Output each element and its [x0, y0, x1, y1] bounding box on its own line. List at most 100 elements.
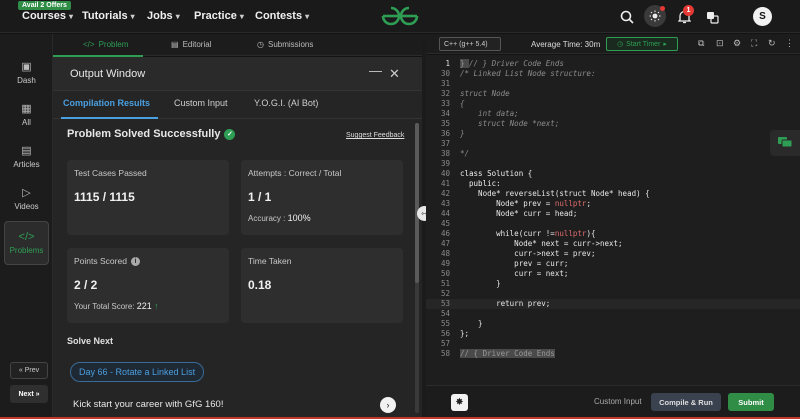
code-line[interactable]: 31 — [426, 79, 800, 89]
code-line[interactable]: 45 — [426, 219, 800, 229]
code-line[interactable]: 46 while(curr !=nullptr){ — [426, 229, 800, 239]
time-card: Time Taken 0.18 — [241, 248, 403, 323]
translate-icon[interactable] — [703, 8, 721, 26]
offer-badge[interactable]: Avail 2 Offers — [18, 1, 71, 10]
code-text: class Solution { — [460, 169, 532, 179]
code-token: prev = curr; — [460, 259, 569, 268]
code-line[interactable]: 1} // } Driver Code Ends — [426, 59, 800, 69]
line-number: 47 — [440, 239, 450, 248]
sidebar-item-all[interactable]: ▦ All — [4, 92, 49, 136]
nav-courses[interactable]: Courses ▾ — [22, 10, 73, 22]
minimize-icon[interactable]: — — [369, 63, 382, 78]
test-cases-card: Test Cases Passed 1115 / 1115 — [67, 160, 229, 235]
tab-editorial[interactable]: ▤ Editorial — [171, 40, 211, 49]
code-line[interactable]: 43 Node* prev = nullptr; — [426, 199, 800, 209]
avatar[interactable]: S — [753, 7, 772, 26]
code-line[interactable]: 42 Node* reverseList(struct Node* head) … — [426, 189, 800, 199]
code-line[interactable]: 54 — [426, 309, 800, 319]
copy-icon[interactable]: ⧉ — [698, 38, 704, 49]
tab-yogi-ai-bot[interactable]: Y.O.G.I. (AI Bot) — [254, 98, 318, 108]
fullscreen-icon[interactable]: ⛶ — [751, 38, 757, 49]
code-line[interactable]: 52 — [426, 289, 800, 299]
gfg-logo-icon[interactable] — [380, 5, 420, 27]
code-line[interactable]: 40 class Solution { — [426, 169, 800, 179]
code-line[interactable]: 38 */ — [426, 149, 800, 159]
search-icon[interactable] — [618, 8, 636, 26]
sidebar-item-articles[interactable]: ▤ Articles — [4, 134, 49, 178]
code-line[interactable]: 32 struct Node — [426, 89, 800, 99]
line-number: 46 — [440, 229, 450, 238]
sidebar-item-dash[interactable]: ▣ Dash — [4, 50, 49, 94]
prev-button[interactable]: « Prev — [10, 362, 48, 379]
submit-button[interactable]: Submit — [728, 393, 774, 411]
line-number: 38 — [440, 149, 450, 158]
nav-jobs[interactable]: Jobs ▾ — [147, 10, 180, 22]
lightbulb-icon[interactable]: ✸ — [451, 394, 468, 411]
reset-icon[interactable]: ↻ — [768, 38, 776, 49]
code-line[interactable]: 58 // { Driver Code Ends — [426, 349, 800, 359]
custom-input-toggle[interactable]: Custom Input — [594, 397, 642, 406]
code-line[interactable]: 41 public: — [426, 179, 800, 189]
code-text: return prev; — [460, 299, 550, 309]
code-line[interactable]: 33 { — [426, 99, 800, 109]
code-line[interactable]: 48 curr->next = prev; — [426, 249, 800, 259]
chevron-down-icon: ▾ — [69, 11, 74, 21]
output-scrollbar-thumb[interactable] — [415, 123, 419, 283]
close-icon[interactable]: ✕ — [389, 66, 400, 82]
code-token: struct Node — [460, 89, 510, 98]
code-line[interactable]: 35 struct Node *next; — [426, 119, 800, 129]
code-line[interactable]: 56}; — [426, 329, 800, 339]
next-button[interactable]: Next » — [10, 385, 48, 403]
info-icon[interactable]: i — [130, 256, 140, 266]
code-line[interactable]: 50 curr = next; — [426, 269, 800, 279]
chevron-right-icon[interactable]: › — [380, 397, 396, 413]
code-line[interactable]: 53 return prev; — [426, 299, 800, 309]
code-line[interactable]: 57 — [426, 339, 800, 349]
code-line[interactable]: 36} — [426, 129, 800, 139]
code-line[interactable]: 44 Node* curr = head; — [426, 209, 800, 219]
gear-icon[interactable]: ⚙ — [733, 38, 741, 49]
line-number: 43 — [440, 199, 450, 208]
code-line[interactable]: 49 prev = curr; — [426, 259, 800, 269]
nav-practice[interactable]: Practice ▾ — [194, 10, 244, 22]
code-editor[interactable]: 1} // } Driver Code Ends 30/* Linked List… — [426, 55, 800, 385]
code-line[interactable]: 30 /* Linked List Node structure: — [426, 69, 800, 79]
start-timer-button[interactable]: ◷ Start Timer ▸ — [606, 37, 678, 51]
suggest-feedback-link[interactable]: Suggest Feedback — [346, 132, 404, 139]
next-problem-link[interactable]: Day 66 - Rotate a Linked List — [70, 362, 205, 382]
tab-custom-input[interactable]: Custom Input — [174, 98, 228, 108]
result-tab-indicator — [61, 117, 158, 119]
more-icon[interactable]: ⋮ — [785, 38, 794, 49]
total-score: Your Total Score: 221 ↑ — [74, 301, 159, 311]
chat-icon[interactable] — [770, 130, 800, 156]
line-number: 50 — [440, 269, 450, 278]
code-line[interactable]: 34 int data; — [426, 109, 800, 119]
line-number: 48 — [440, 249, 450, 258]
tab-problem[interactable]: </> Problem — [83, 40, 128, 49]
code-format-icon[interactable]: ⊡ — [716, 38, 724, 49]
code-line[interactable]: 55 } — [426, 319, 800, 329]
nav-tutorials[interactable]: Tutorials ▾ — [82, 10, 135, 22]
sidebar-item-problems[interactable]: </> Problems — [4, 221, 49, 265]
tab-submissions[interactable]: ◷ Submissions — [257, 40, 313, 49]
line-number: 57 — [440, 339, 450, 348]
theme-toggle-button[interactable] — [644, 5, 666, 27]
tab-compilation-results[interactable]: Compilation Results — [63, 98, 150, 108]
language-select[interactable]: C++ (g++ 5.4) — [439, 37, 501, 51]
dashboard-icon: ▣ — [21, 60, 32, 73]
code-text: int data; — [460, 109, 519, 119]
code-line[interactable]: 37 — [426, 139, 800, 149]
nav-contests[interactable]: Contests ▾ — [255, 10, 309, 22]
code-line[interactable]: 47 Node* next = curr->next; — [426, 239, 800, 249]
sidebar-item-videos[interactable]: ▷ Videos — [4, 176, 49, 220]
code-text: // { Driver Code Ends — [460, 349, 555, 359]
line-number: 52 — [440, 289, 450, 298]
code-text: struct Node — [460, 89, 510, 99]
compile-run-button[interactable]: Compile & Run — [651, 393, 721, 411]
top-navbar: Avail 2 Offers Courses ▾ Tutorials ▾ Jobs ▾… — [0, 0, 800, 33]
line-number: 53 — [440, 299, 450, 308]
code-line[interactable]: 51 } — [426, 279, 800, 289]
code-token: } — [460, 129, 465, 138]
code-line[interactable]: 39 — [426, 159, 800, 169]
attempts-card: Attempts : Correct / Total 1 / 1 Accurac… — [241, 160, 403, 235]
